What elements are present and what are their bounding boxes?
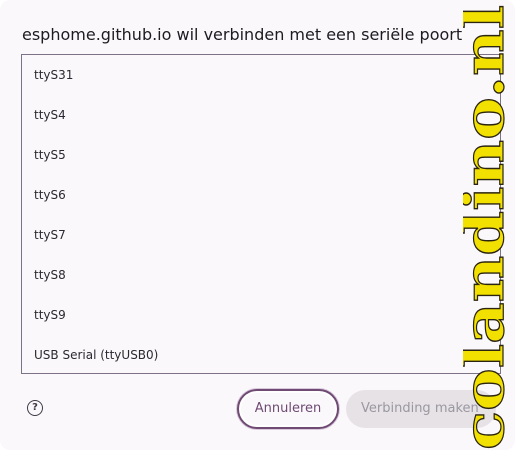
port-list[interactable]: ttyS31 ttyS4 ttyS5 ttyS6 ttyS7 ttyS8 tty…: [21, 54, 501, 374]
list-item-port[interactable]: ttyS6: [22, 175, 500, 215]
list-item-port[interactable]: ttyS9: [22, 295, 500, 335]
list-item-port[interactable]: USB Serial (ttyUSB0): [22, 335, 500, 373]
connect-button: Verbinding maken: [346, 390, 496, 428]
list-item-port[interactable]: ttyS31: [22, 55, 500, 95]
list-item-port[interactable]: ttyS4: [22, 95, 500, 135]
cancel-button[interactable]: Annuleren: [237, 389, 339, 429]
list-item-port[interactable]: ttyS8: [22, 255, 500, 295]
list-item-port[interactable]: ttyS5: [22, 135, 500, 175]
dialog-title: esphome.github.io wil verbinden met een …: [22, 25, 463, 44]
list-item-port[interactable]: ttyS7: [22, 215, 500, 255]
serial-port-dialog: esphome.github.io wil verbinden met een …: [0, 0, 515, 450]
question-circle-icon[interactable]: ?: [27, 400, 43, 416]
